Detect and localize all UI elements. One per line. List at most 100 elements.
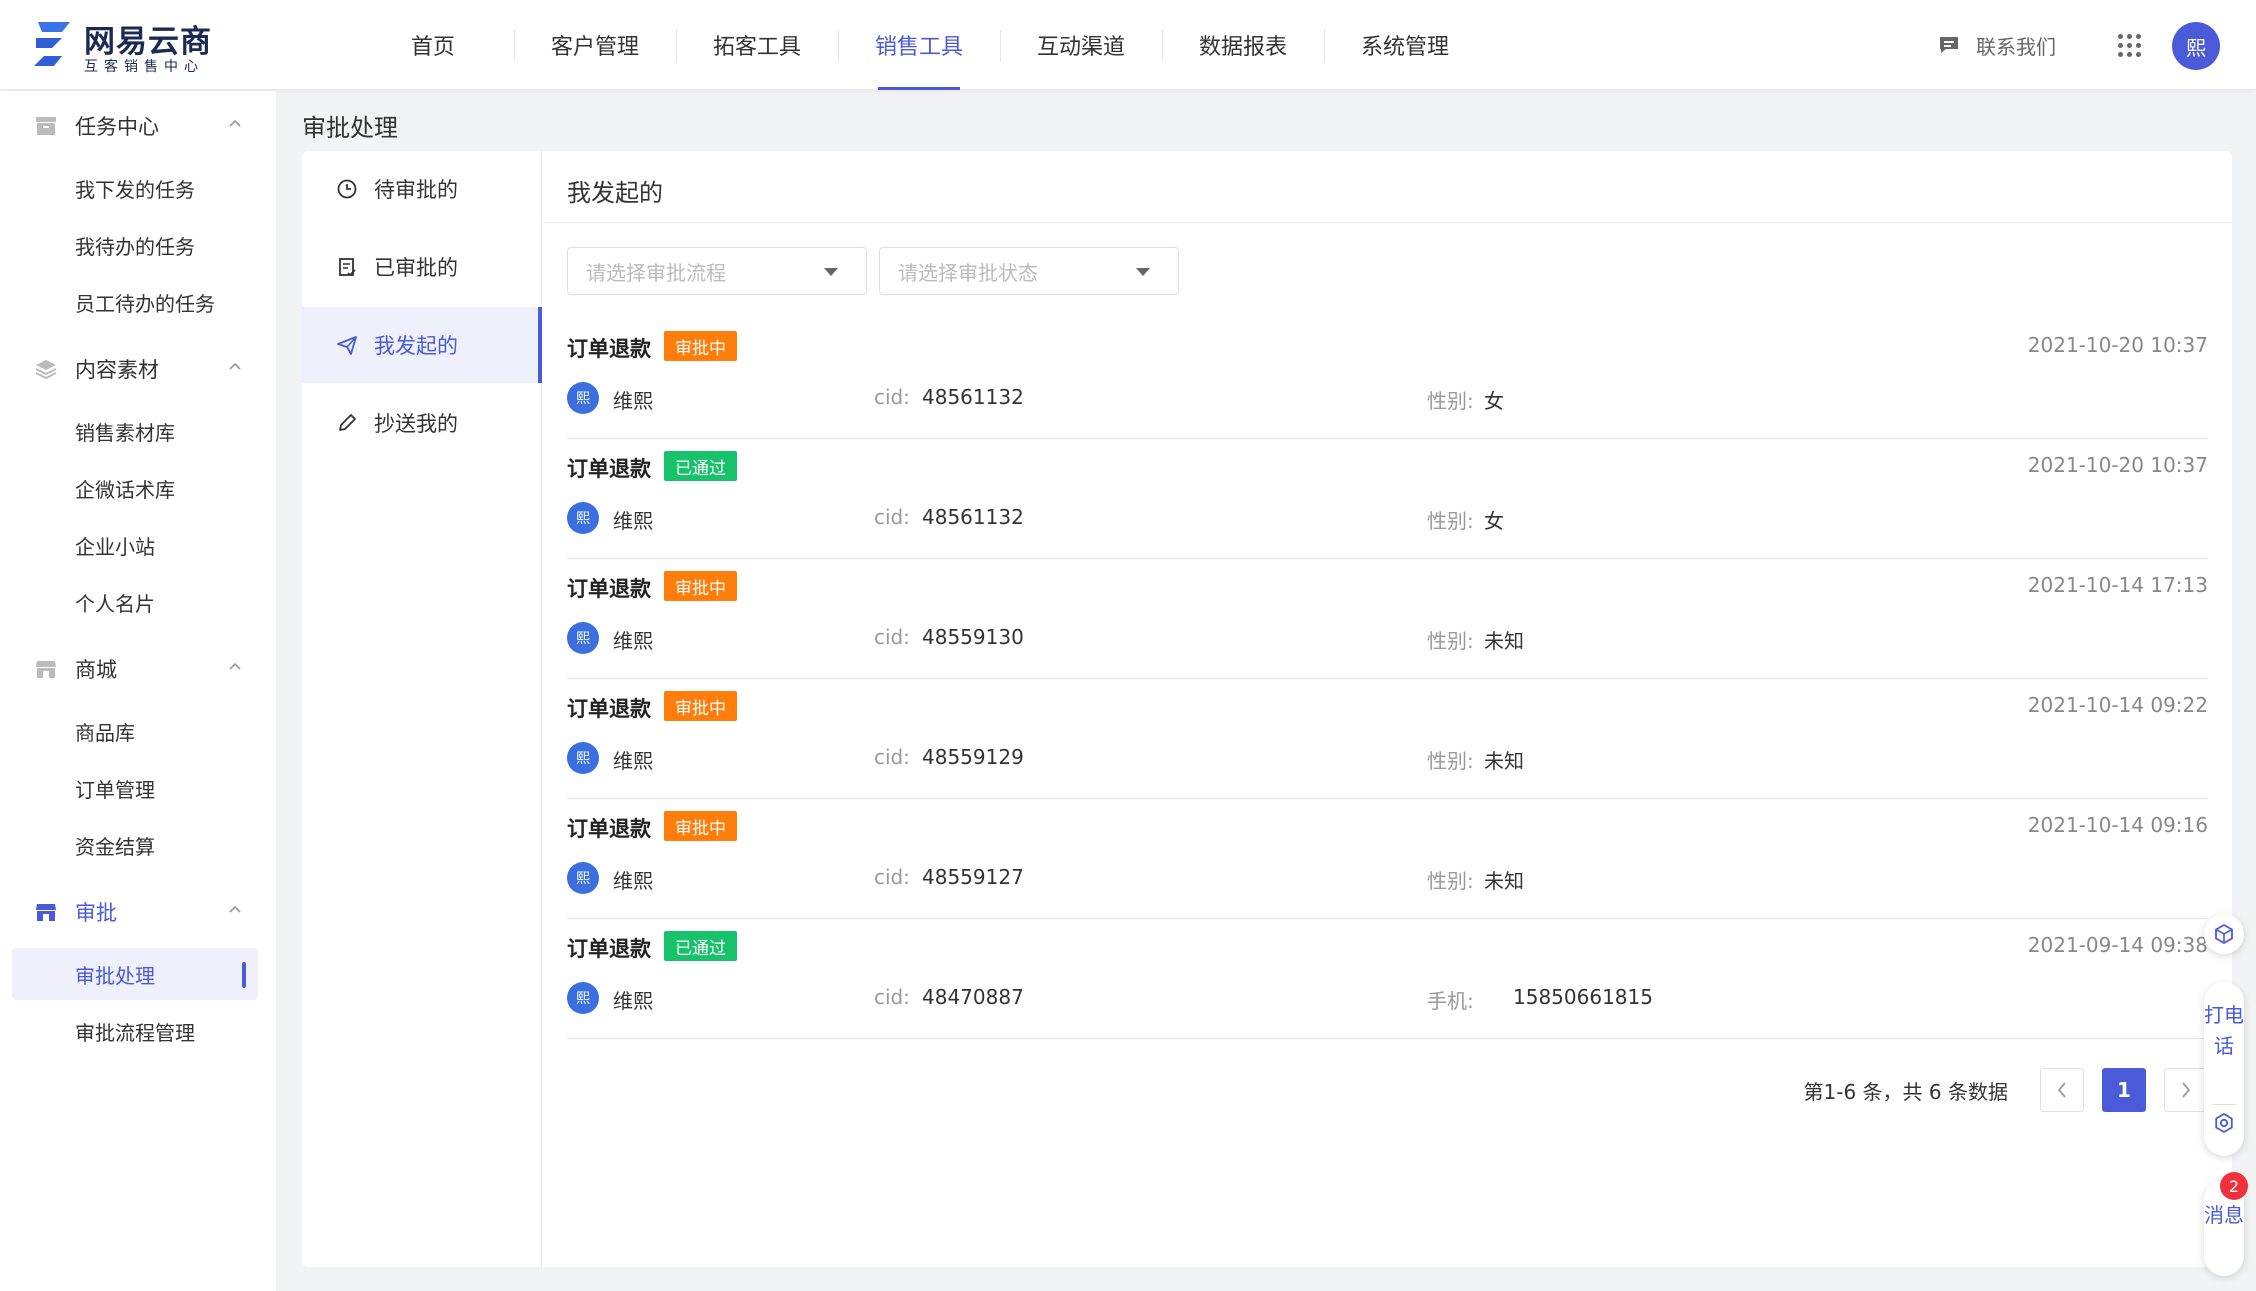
approval-status-placeholder: 请选择审批状态 xyxy=(898,260,1038,285)
sidebar-group-content-materials[interactable]: 内容素材 xyxy=(0,347,276,391)
nav-customer-management[interactable]: 客户管理 xyxy=(514,0,676,90)
message-float-button[interactable]: 2 消息 xyxy=(2204,1172,2248,1276)
avatar: 熙 xyxy=(567,862,599,894)
nav-system-management[interactable]: 系统管理 xyxy=(1324,0,1486,90)
sidebar-item-label: 企微话术库 xyxy=(75,477,175,502)
sidebar-group-mall[interactable]: 商城 xyxy=(0,647,276,691)
avatar: 熙 xyxy=(567,742,599,774)
cid-value: 48561132 xyxy=(922,505,1024,529)
message-button-label: 消息 xyxy=(2204,1203,2244,1227)
status-badge: 审批中 xyxy=(664,571,737,601)
divider xyxy=(2212,1104,2236,1105)
approval-record[interactable]: 订单退款 审批中 2021-10-14 09:16 熙 维熙 cid: 4855… xyxy=(567,799,2208,919)
cid-label: cid: xyxy=(874,505,910,529)
cid-label: cid: xyxy=(874,385,910,409)
approval-panel: 待审批的 已审批的 我发起的 抄送我的 我发起的 请选择审批流程 请选择审批状态… xyxy=(302,151,2232,1267)
nav-sales-tools[interactable]: 销售工具 xyxy=(838,0,1000,90)
status-badge: 已通过 xyxy=(664,451,737,481)
cid-label: cid: xyxy=(874,865,910,889)
sidebar-item-label: 员工待办的任务 xyxy=(75,291,215,316)
approval-process-select[interactable]: 请选择审批流程 xyxy=(567,247,867,295)
extra-value: 女 xyxy=(1484,509,1504,533)
sidebar-item-order-management[interactable]: 订单管理 xyxy=(12,762,258,814)
divider xyxy=(543,222,2232,223)
subnav-pending-approval[interactable]: 待审批的 xyxy=(302,151,542,227)
record-time: 2021-10-20 10:37 xyxy=(2027,453,2208,477)
approval-record[interactable]: 订单退款 已通过 2021-10-20 10:37 熙 维熙 cid: 4856… xyxy=(567,439,2208,559)
top-bar: 网易云商 互客销售中心 首页 客户管理 拓客工具 销售工具 互动渠道 数据报表 … xyxy=(0,0,2256,90)
contact-us-link[interactable]: 联系我们 xyxy=(1938,30,2056,60)
record-time: 2021-10-14 09:22 xyxy=(2027,693,2208,717)
sidebar-item-fund-settlement[interactable]: 资金结算 xyxy=(12,819,258,871)
chevron-up-icon xyxy=(229,119,241,127)
approval-record[interactable]: 订单退款 审批中 2021-10-20 10:37 熙 维熙 cid: 4856… xyxy=(567,319,2208,439)
record-user: 维熙 xyxy=(613,509,653,533)
extra-label: 性别: xyxy=(1427,749,1474,773)
approval-status-select[interactable]: 请选择审批状态 xyxy=(879,247,1179,295)
sidebar-group-label: 审批 xyxy=(75,901,117,925)
brand-subtitle: 互客销售中心 xyxy=(84,59,204,75)
pagination-page-button[interactable]: 1 xyxy=(2102,1068,2146,1112)
extra-label: 性别: xyxy=(1427,869,1474,893)
subnav-cc-to-me[interactable]: 抄送我的 xyxy=(302,385,542,461)
sidebar-item-approval-processing[interactable]: 审批处理 xyxy=(12,948,258,1000)
subnav-label: 已审批的 xyxy=(374,256,458,280)
subnav-approved[interactable]: 已审批的 xyxy=(302,229,542,305)
brand-name: 网易云商 xyxy=(84,24,212,60)
status-badge: 审批中 xyxy=(664,331,737,361)
sidebar-group-approval[interactable]: 审批 xyxy=(0,890,276,934)
brand-logo[interactable]: 网易云商 互客销售中心 xyxy=(32,16,232,76)
pagination-prev-button[interactable] xyxy=(2040,1068,2084,1112)
record-user: 维熙 xyxy=(613,749,653,773)
extra-value: 女 xyxy=(1484,389,1504,413)
sidebar-item-sales-material-library[interactable]: 销售素材库 xyxy=(12,405,258,457)
store-icon xyxy=(36,661,56,678)
sidebar: 任务中心 我下发的任务 我待办的任务 员工待办的任务 内容素材 销售素材库 企微… xyxy=(0,91,276,1291)
sidebar-item-my-todo-tasks[interactable]: 我待办的任务 xyxy=(12,219,258,271)
sidebar-item-label: 企业小站 xyxy=(75,534,155,559)
pagination: 第1-6 条，共 6 条数据 1 xyxy=(1804,1068,2208,1112)
record-title: 订单退款 xyxy=(567,577,651,601)
extra-label: 性别: xyxy=(1427,389,1474,413)
nav-interaction-channels[interactable]: 互动渠道 xyxy=(1000,0,1162,90)
nav-home[interactable]: 首页 xyxy=(352,0,514,90)
sidebar-item-product-library[interactable]: 商品库 xyxy=(12,705,258,757)
grid-apps-icon[interactable] xyxy=(2118,34,2142,58)
chevron-up-icon xyxy=(229,362,241,370)
avatar: 熙 xyxy=(567,502,599,534)
extra-label: 性别: xyxy=(1427,629,1474,653)
approval-process-placeholder: 请选择审批流程 xyxy=(586,260,726,285)
approval-record[interactable]: 订单退款 审批中 2021-10-14 17:13 熙 维熙 cid: 4855… xyxy=(567,559,2208,679)
record-time: 2021-10-20 10:37 xyxy=(2027,333,2208,357)
subnav-initiated-by-me[interactable]: 我发起的 xyxy=(302,307,542,383)
avatar: 熙 xyxy=(567,382,599,414)
record-title: 订单退款 xyxy=(567,817,651,841)
sidebar-item-approval-flow-management[interactable]: 审批流程管理 xyxy=(12,1005,258,1057)
archive-icon xyxy=(36,117,56,135)
approval-record[interactable]: 订单退款 审批中 2021-10-14 09:22 熙 维熙 cid: 4855… xyxy=(567,679,2208,799)
gear-icon[interactable] xyxy=(2213,1112,2235,1134)
sidebar-item-enterprise-microsite[interactable]: 企业小站 xyxy=(12,519,258,571)
sidebar-item-personal-card[interactable]: 个人名片 xyxy=(12,576,258,628)
pagination-next-button[interactable] xyxy=(2164,1068,2208,1112)
status-badge: 审批中 xyxy=(664,691,737,721)
chevron-right-icon xyxy=(2182,1082,2191,1098)
call-float-bar[interactable]: 打电话 xyxy=(2204,982,2244,1156)
sidebar-item-wecom-script-library[interactable]: 企微话术库 xyxy=(12,462,258,514)
sidebar-group-task-center[interactable]: 任务中心 xyxy=(0,104,276,148)
sidebar-item-label: 审批处理 xyxy=(75,963,155,988)
avatar: 熙 xyxy=(567,622,599,654)
cid-label: cid: xyxy=(874,625,910,649)
call-button-label[interactable]: 打电话 xyxy=(2204,1000,2244,1062)
approval-record[interactable]: 订单退款 已通过 2021-09-14 09:38 熙 维熙 cid: 4847… xyxy=(567,919,2208,1039)
nav-data-reports[interactable]: 数据报表 xyxy=(1162,0,1324,90)
status-badge: 已通过 xyxy=(664,931,737,961)
sidebar-group-label: 内容素材 xyxy=(75,358,159,382)
sidebar-item-staff-todo-tasks[interactable]: 员工待办的任务 xyxy=(12,276,258,328)
user-avatar[interactable]: 熙 xyxy=(2172,22,2220,70)
record-time: 2021-10-14 17:13 xyxy=(2027,573,2208,597)
sidebar-item-my-issued-tasks[interactable]: 我下发的任务 xyxy=(12,162,258,214)
document-check-icon xyxy=(339,258,356,277)
cube-float-button[interactable] xyxy=(2204,914,2244,954)
nav-prospecting-tools[interactable]: 拓客工具 xyxy=(676,0,838,90)
